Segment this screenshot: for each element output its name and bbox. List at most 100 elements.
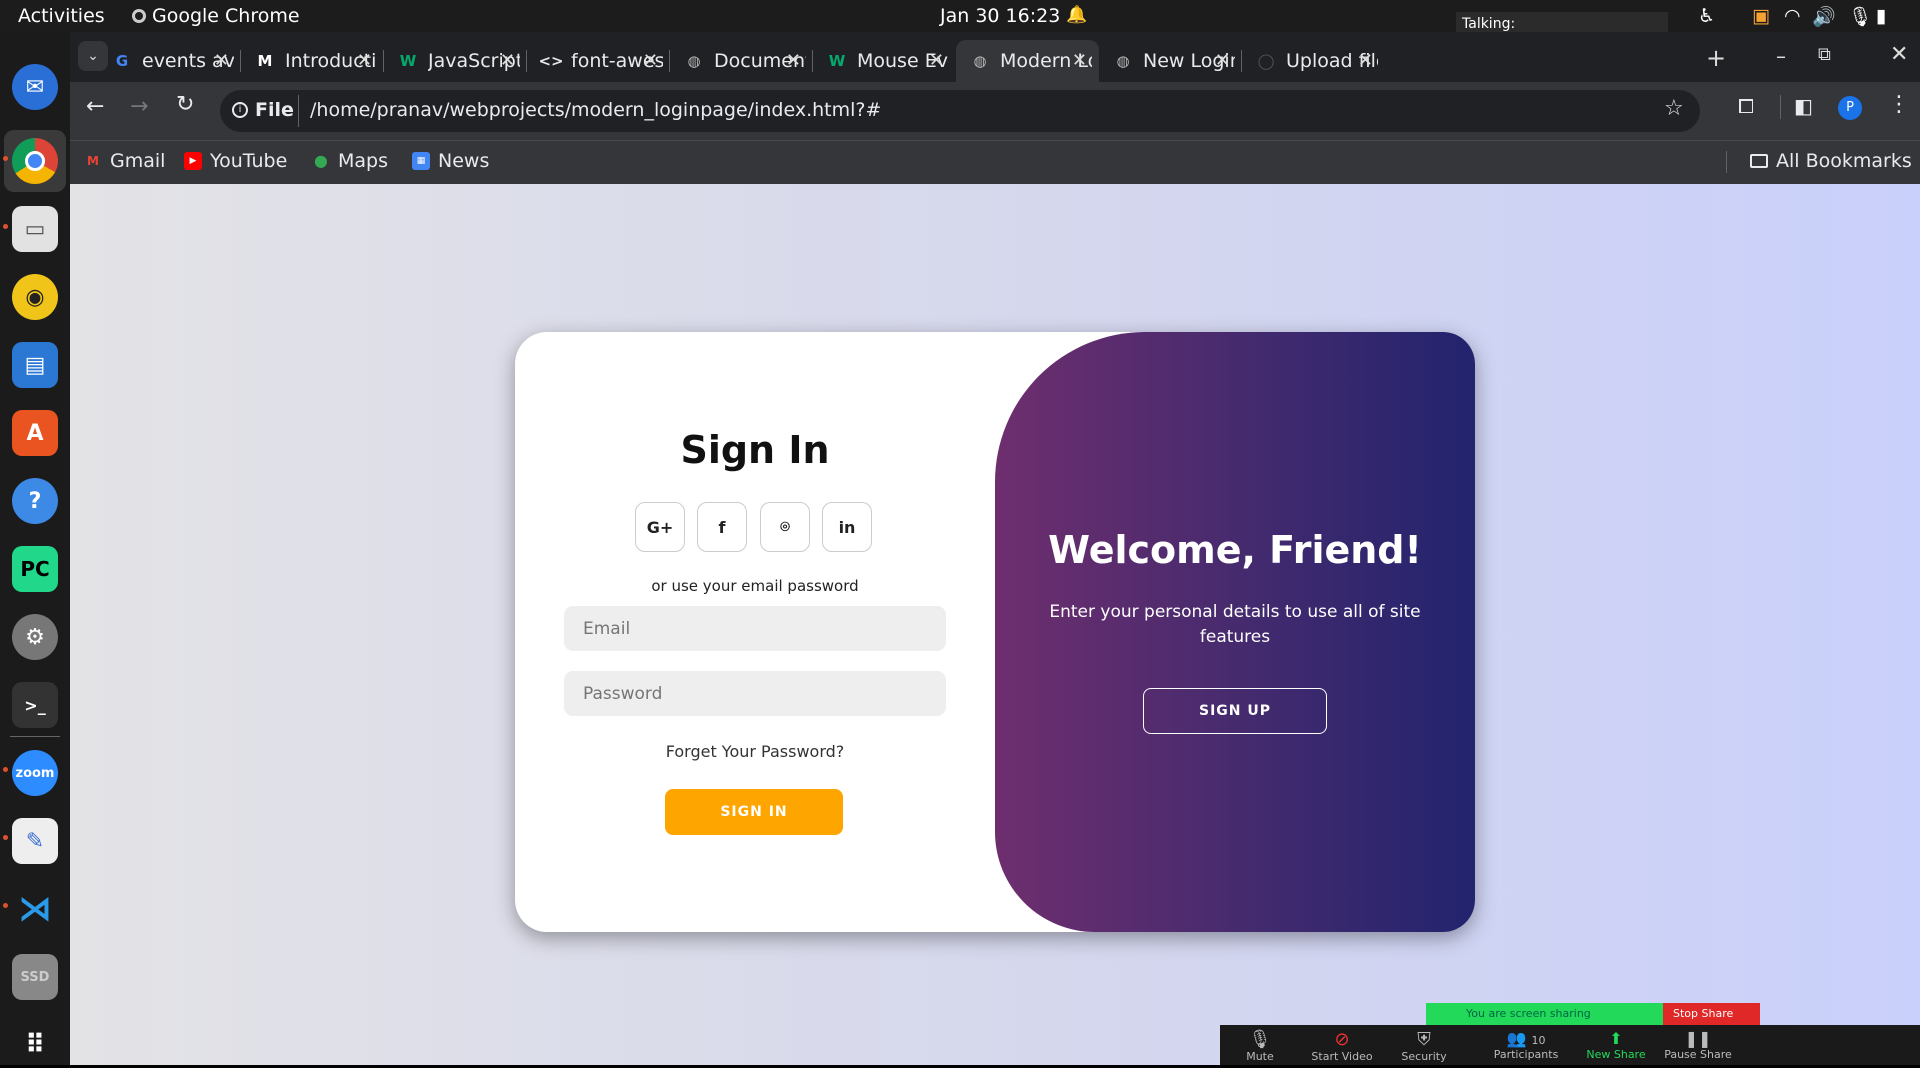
activities-button[interactable]: Activities [18,5,105,27]
extensions-puzzle-icon[interactable]: ⧠ [1738,94,1754,118]
tab-6[interactable]: ◍Modern Login✕ [956,40,1099,82]
tab-2[interactable]: W JavaScript ✕ [384,40,527,82]
bookmark-star-icon[interactable]: ☆ [1664,96,1684,121]
facebook-button[interactable]: f [697,502,747,552]
tab-5[interactable]: WMouse Events✕ [813,40,956,82]
news-icon: ▦ [412,152,430,170]
files-icon[interactable]: ▭ [12,206,58,252]
globe-icon: ◍ [1116,52,1130,70]
mute-button[interactable]: 🎙 Mute [1220,1029,1300,1063]
chrome-menu-icon[interactable]: ⋮ [1888,92,1910,117]
new-share-button[interactable]: ⬆ New Share [1576,1029,1656,1061]
forward-arrow-icon[interactable]: → [130,94,148,119]
pause-share-button[interactable]: ❚❚ Pause Share [1658,1029,1738,1061]
terminal-icon[interactable]: >_ [12,682,58,728]
zoom-item-label: Security [1401,1050,1447,1063]
site-info-chip[interactable]: i File [232,99,294,121]
close-tab-icon[interactable]: ✕ [786,50,801,71]
vscode-icon[interactable]: ⋊ [12,886,58,932]
info-icon: i [232,102,248,118]
tab-0[interactable]: Gevents available✕ [98,40,241,82]
microphone-icon[interactable]: 🎙 [1848,5,1872,28]
security-button[interactable]: ⛨ Security [1384,1029,1464,1063]
zoom-item-label: Participants [1493,1048,1559,1061]
text-editor-icon[interactable]: ✎ [12,818,58,864]
ssd-drive-icon[interactable]: SSD [12,954,58,1000]
email-field[interactable] [564,606,946,651]
chrome-icon[interactable] [12,138,58,184]
app-menu[interactable]: Google Chrome [132,5,300,27]
zoom-item-label: Pause Share [1664,1048,1732,1061]
close-window-icon[interactable]: ✕ [1890,42,1908,67]
wifi-icon[interactable]: ◠ [1784,5,1801,27]
app-center-icon[interactable]: A [12,410,58,456]
profile-avatar[interactable]: P [1838,96,1862,120]
battery-icon[interactable]: ▮ [1876,5,1886,27]
bookmark-news[interactable]: ▦ News [412,150,489,172]
help-icon[interactable]: ? [12,478,58,524]
screen-share-icon[interactable]: ▣ [1752,5,1770,27]
page-content: Sign In G+ f ⌾ in or use your email pass… [70,184,1920,1065]
forgot-password-link[interactable]: Forget Your Password? [515,742,995,761]
accessibility-icon[interactable]: ♿ [1698,5,1715,27]
all-bookmarks-button[interactable]: All Bookmarks [1750,150,1912,172]
github-icon: ◯ [1257,52,1275,70]
tab-1[interactable]: MIntroduction✕ [241,40,384,82]
restore-icon[interactable]: ⧉ [1818,44,1831,65]
tab-7[interactable]: ◍ New Login ✕ [1099,40,1242,82]
globe-icon: ◍ [687,52,701,70]
sign-in-button[interactable]: SIGN IN [665,789,843,835]
url-text[interactable]: /home/pranav/webprojects/modern_loginpag… [310,99,881,121]
notification-bell-icon[interactable]: 🔔 [1066,5,1087,25]
new-tab-button[interactable]: + [1706,44,1726,72]
volume-icon[interactable]: 🔊 [1812,5,1836,28]
sharing-text: You are screen sharing [1466,1007,1591,1020]
tab-4[interactable]: ◍ Document ✕ [670,40,813,82]
dock: ✉ ▭ ◉ ▤ A ? PC ⚙ >_ zoom ✎ ⋊ SSD ⠿ [0,32,70,1065]
clock[interactable]: Jan 30 16:23 [940,5,1060,27]
settings-gear-icon[interactable]: ⚙ [12,614,58,660]
tab-3[interactable]: <>font-awesome✕ [527,40,670,82]
github-button[interactable]: ⌾ [760,502,810,552]
close-tab-icon[interactable]: ✕ [214,50,229,71]
writer-icon[interactable]: ▤ [12,342,58,388]
show-apps-grid-icon[interactable]: ⠿ [12,1022,58,1068]
back-arrow-icon[interactable]: ← [86,94,104,119]
close-tab-icon[interactable]: ✕ [357,50,372,71]
browser-toolbar: ← → ↻ i File /home/pranav/webprojects/mo… [70,82,1920,140]
google-plus-button[interactable]: G+ [635,502,685,552]
minimize-icon[interactable]: – [1776,44,1786,68]
omnibox[interactable]: i File /home/pranav/webprojects/modern_l… [220,90,1700,132]
login-card: Sign In G+ f ⌾ in or use your email pass… [515,332,1475,932]
participants-button[interactable]: 👥 10 Participants [1486,1029,1566,1061]
rhythmbox-icon[interactable]: ◉ [12,274,58,320]
microphone-icon: 🎙 [1248,1029,1272,1050]
pycharm-icon[interactable]: PC [12,546,58,592]
bookmark-maps[interactable]: ⬤ Maps [312,150,388,172]
sign-up-button[interactable]: SIGN UP [1143,688,1327,734]
bookmark-gmail[interactable]: M Gmail [84,150,165,172]
shield-icon: ⛨ [1417,1029,1431,1050]
welcome-panel: Welcome, Friend! Enter your personal det… [995,332,1475,932]
close-tab-icon[interactable]: ✕ [1358,50,1373,71]
tab-8[interactable]: ◯Upload files✕ [1242,40,1385,82]
side-panel-icon[interactable]: ◧ [1794,94,1813,118]
welcome-title: Welcome, Friend! [1048,528,1422,572]
close-tab-icon[interactable]: ✕ [1215,50,1230,71]
thunderbird-icon[interactable]: ✉ [12,64,58,110]
password-field[interactable] [564,671,946,716]
start-video-button[interactable]: ⊘ Start Video [1302,1029,1382,1063]
tab-strip: ⌄ Gevents available✕MIntroduction✕WJavaS… [70,32,1920,82]
zoom-icon[interactable]: zoom [12,750,58,796]
sign-in-form: Sign In G+ f ⌾ in or use your email pass… [515,332,995,932]
stop-share-button[interactable]: Stop Share [1663,1003,1760,1025]
close-tab-icon[interactable]: ✕ [1072,50,1087,71]
reload-icon[interactable]: ↻ [176,92,194,117]
bookmark-youtube[interactable]: ▶ YouTube [184,150,287,172]
gmail-icon: M [87,154,99,168]
w3schools-icon: W [828,52,846,70]
close-tab-icon[interactable]: ✕ [929,50,944,71]
close-tab-icon[interactable]: ✕ [643,50,658,71]
linkedin-button[interactable]: in [822,502,872,552]
close-tab-icon[interactable]: ✕ [500,50,515,71]
